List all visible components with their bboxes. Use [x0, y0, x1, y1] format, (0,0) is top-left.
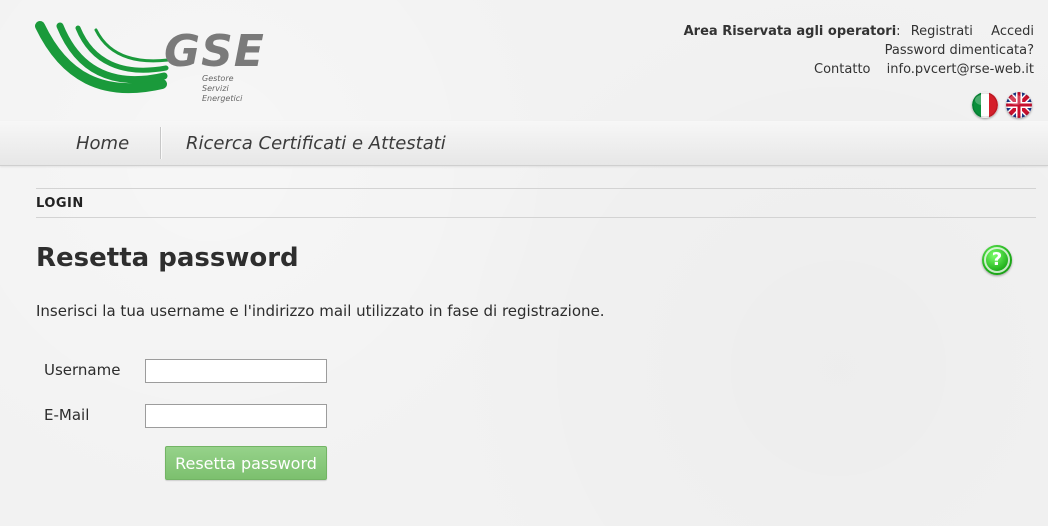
help-symbol: ?	[991, 249, 1003, 270]
resetta-password-button[interactable]: Resetta password	[165, 446, 327, 480]
top-links-row-1: Area Riservata agli operatori: Registrat…	[684, 22, 1034, 41]
logo-subtext-line-1: Gestore	[202, 74, 234, 83]
page-description: Inserisci la tua username e l'indirizzo …	[36, 302, 605, 320]
username-label: Username	[44, 361, 121, 379]
email-label: E-Mail	[44, 406, 90, 424]
nav-home[interactable]: Home	[76, 121, 129, 165]
top-links: Area Riservata agli operatori: Registrat…	[684, 22, 1034, 79]
breadcrumb-current: LOGIN	[36, 195, 84, 211]
registrati-link[interactable]: Registrati	[911, 24, 973, 39]
email-link[interactable]: info.pvcert@rse-web.it	[887, 62, 1034, 77]
page: GSE Gestore Servizi Energetici Area Rise…	[0, 0, 1048, 526]
logo-wordmark: GSE	[164, 26, 265, 77]
top-links-row-3: Contatto info.pvcert@rse-web.it	[684, 60, 1034, 79]
username-input[interactable]	[145, 359, 327, 383]
nav-ricerca-certificati[interactable]: Ricerca Certificati e Attestati	[186, 121, 446, 165]
main-nav: Home Ricerca Certificati e Attestati	[0, 121, 1048, 166]
gse-logo[interactable]: GSE Gestore Servizi Energetici	[34, 18, 264, 110]
italian-flag-icon[interactable]	[972, 92, 998, 118]
username-row: Username	[36, 356, 436, 384]
nav-divider	[160, 127, 161, 159]
header: GSE Gestore Servizi Energetici Area Rise…	[0, 0, 1048, 166]
logo-subtext: Gestore Servizi Energetici	[202, 74, 262, 104]
uk-flag-svg	[1006, 92, 1032, 118]
help-icon[interactable]: ?	[982, 245, 1012, 275]
email-row: E-Mail	[36, 401, 436, 429]
area-separator: :	[896, 24, 901, 39]
page-title: Resetta password	[36, 243, 299, 273]
logo-subtext-line-2: Servizi	[202, 84, 229, 93]
password-dimenticata-link[interactable]: Password dimenticata?	[885, 43, 1034, 58]
uk-flag-icon[interactable]	[1006, 92, 1032, 118]
accedi-link[interactable]: Accedi	[991, 24, 1034, 39]
breadcrumb: LOGIN	[36, 188, 1036, 218]
top-links-row-2: Password dimenticata?	[684, 41, 1034, 60]
area-riservata-label: Area Riservata agli operatori	[683, 24, 897, 39]
logo-subtext-line-3: Energetici	[202, 94, 243, 103]
language-flags	[972, 92, 1032, 118]
italian-flag-svg	[972, 92, 998, 118]
contatto-link[interactable]: Contatto	[814, 62, 870, 77]
email-input[interactable]	[145, 404, 327, 428]
